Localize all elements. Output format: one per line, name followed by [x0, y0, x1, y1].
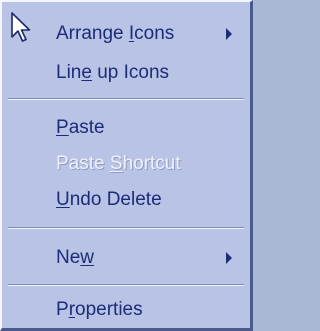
menu-item-label: Paste Shortcut — [56, 153, 181, 174]
menu-separator — [8, 284, 244, 286]
context-menu: Arrange Icons Line up Icons Paste Paste … — [0, 0, 253, 331]
menu-item-paste-shortcut: Paste Shortcut — [2, 148, 250, 180]
menu-item-label: Arrange Icons — [56, 23, 175, 44]
menu-item-label: Line up Icons — [56, 62, 170, 83]
menu-item-arrange-icons[interactable]: Arrange Icons — [2, 18, 250, 50]
menu-separator — [8, 227, 244, 229]
menu-separator — [8, 98, 244, 100]
submenu-arrow-icon — [226, 28, 232, 40]
menu-item-properties[interactable]: Properties — [2, 294, 250, 326]
menu-item-undo-delete[interactable]: Undo Delete — [2, 184, 250, 216]
menu-item-label: Undo Delete — [56, 189, 162, 210]
arrow-pointer-icon — [11, 12, 31, 42]
menu-item-label: Paste — [56, 117, 105, 138]
menu-item-line-up-icons[interactable]: Line up Icons — [2, 57, 250, 89]
menu-item-label: Properties — [56, 299, 143, 320]
menu-item-paste[interactable]: Paste — [2, 112, 250, 144]
menu-item-label: New — [56, 247, 95, 268]
menu-item-new[interactable]: New — [2, 242, 250, 274]
submenu-arrow-icon — [226, 252, 232, 264]
